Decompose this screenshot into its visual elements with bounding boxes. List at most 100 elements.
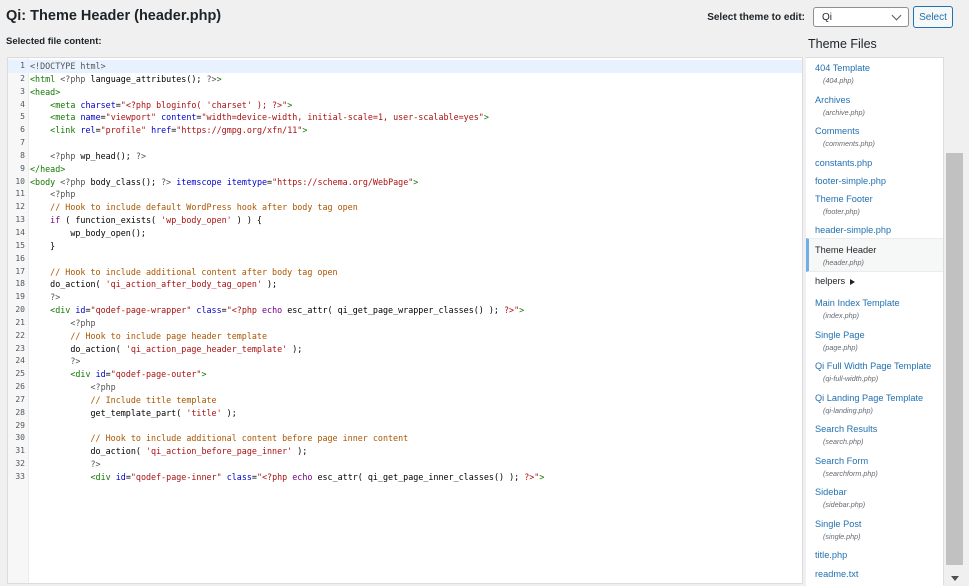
code-line-text: <?php [30,317,96,330]
code-token: do_action( [30,343,126,354]
code-line-text: ?> [30,291,60,304]
code-line[interactable]: 11 <?php [8,188,802,201]
file-list-item[interactable]: Qi Full Width Page Template (qi-full-widt… [806,361,943,383]
code-line[interactable]: 25 <div id="qodef-page-outer"> [8,368,802,381]
code-line-text: <meta name="viewport" content="width=dev… [30,111,489,124]
code-token: id [75,305,86,316]
code-line[interactable]: 13 if ( function_exists( 'wp_body_open' … [8,214,802,227]
file-path: (qi-landing.php) [823,406,873,415]
code-line[interactable]: 15 } [8,240,802,253]
code-token: > [216,73,222,84]
code-token: // Hook to include default WordPress hoo… [50,202,358,213]
code-line[interactable]: 6 <link rel="profile" href="https://gmpg… [8,124,802,137]
code-content[interactable]: 1 <!DOCTYPE html> 2 <html <?php language_at… [8,60,802,484]
code-token: do_action( [30,279,106,290]
code-token: "<?php [226,305,262,316]
code-line[interactable]: 33 <div id="qodef-page-inner" class="<?p… [8,471,802,484]
code-token: <?php [60,73,86,84]
code-line[interactable]: 21 <?php [8,317,802,330]
file-list-scrollbar[interactable] [943,57,965,585]
code-line[interactable]: 23 do_action( 'qi_action_page_header_tem… [8,343,802,356]
code-line[interactable]: 24 ?> [8,355,802,368]
code-line[interactable]: 16 [8,253,802,266]
code-token: > [483,112,489,123]
file-name: helpers [815,276,943,286]
code-line[interactable]: 3 <head> [8,86,802,99]
code-token: <meta [50,112,76,123]
code-token: "<?php bloginfo( 'charset' ); ?>" [120,99,288,110]
code-line[interactable]: 22 // Hook to include page header templa… [8,330,802,343]
code-line-text: <?php wp_head(); ?> [30,150,146,163]
file-name: footer-simple.php [815,176,886,186]
code-token: > [201,369,207,380]
file-list-item[interactable]: Theme Footer (footer.php) [806,194,943,216]
code-token: charset [80,99,116,110]
scroll-down-arrow-icon[interactable] [951,576,959,581]
file-list-item[interactable]: Search Results (search.php) [806,424,943,446]
code-token: <?php [70,317,96,328]
code-line[interactable]: 1 <!DOCTYPE html> [8,60,802,73]
code-line-text: <div id="qodef-page-inner" class="<?php … [30,471,545,484]
file-list-item[interactable]: Single Page (page.php) [806,330,943,352]
code-line[interactable]: 7 [8,137,802,150]
code-line[interactable]: 2 <html <?php language_attributes(); ?>> [8,73,802,86]
line-number: 19 [15,292,25,302]
code-line[interactable]: 18 do_action( 'qi_action_after_body_tag_… [8,278,802,291]
line-number: 2 [20,73,25,83]
code-token: ?> [135,150,146,161]
code-line[interactable]: 32 ?> [8,458,802,471]
file-list-item[interactable]: Single Post (single.php) [806,519,943,541]
code-token: class [196,305,222,316]
file-list-item[interactable]: Theme Header (header.php) [806,238,943,272]
file-list-item[interactable]: Qi Landing Page Template (qi-landing.php) [806,393,943,415]
select-theme-button[interactable]: Select [913,6,953,28]
line-number: 25 [15,369,25,379]
code-line[interactable]: 20 <div id="qodef-page-wrapper" class="<… [8,304,802,317]
file-folder-item[interactable]: helpers [806,276,943,286]
code-line[interactable]: 17 // Hook to include additional content… [8,266,802,279]
code-line[interactable]: 8 <?php wp_head(); ?> [8,150,802,163]
code-line[interactable]: 5 <meta name="viewport" content="width=d… [8,111,802,124]
code-line[interactable]: 19 ?> [8,291,802,304]
code-line[interactable]: 28 get_template_part( 'title' ); [8,407,802,420]
file-list-item[interactable]: 404 Template (404.php) [806,63,943,85]
caret-right-icon [850,278,856,285]
file-list-item[interactable]: Search Form (searchform.php) [806,456,943,478]
code-token: esc_attr( qi_get_page_inner_classes() ); [312,472,525,482]
code-line[interactable]: 26 <?php [8,381,802,394]
file-list-item[interactable]: readme.txt [806,569,943,579]
file-list-item[interactable]: Sidebar (sidebar.php) [806,487,943,509]
code-line[interactable]: 4 <meta charset="<?php bloginfo( 'charse… [8,99,802,112]
code-line[interactable]: 29 [8,420,802,433]
file-list-item[interactable]: Comments (comments.php) [806,126,943,148]
file-name: Search Results [815,424,878,434]
code-line[interactable]: 12 // Hook to include default WordPress … [8,201,802,214]
code-line[interactable]: 27 // Include title template [8,394,802,407]
file-list-item[interactable]: footer-simple.php [806,176,943,186]
file-list-item[interactable]: Archives (archive.php) [806,95,943,117]
code-line-text: do_action( 'qi_action_page_header_templa… [30,343,302,356]
code-line[interactable]: 10 <body <?php body_class(); ?> itemscope… [8,176,802,189]
code-line[interactable]: 14 wp_body_open(); [8,227,802,240]
scrollbar-thumb[interactable] [946,153,963,565]
theme-select-dropdown[interactable]: Qi [813,7,909,27]
line-number: 6 [20,125,25,135]
line-number: 17 [15,266,25,276]
file-list-item[interactable]: constants.php [806,158,943,168]
code-line[interactable]: 30 // Hook to include additional content… [8,432,802,445]
theme-file-list: 404 Template (404.php) Archives (archive.ph… [806,57,943,586]
code-editor[interactable]: 1 <!DOCTYPE html> 2 <html <?php language_at… [7,57,803,584]
code-token: <div [90,472,111,482]
file-list-item[interactable]: Main Index Template (index.php) [806,298,943,320]
code-token: ); [261,279,278,290]
code-line-text: <head> [30,86,60,99]
file-list-item[interactable]: title.php [806,550,943,560]
line-number: 14 [15,227,25,237]
line-number: 9 [20,163,25,173]
code-line[interactable]: 9 </head> [8,163,802,176]
file-list-item[interactable]: header-simple.php [806,225,943,235]
line-number: 33 [15,472,25,481]
code-line[interactable]: 31 do_action( 'qi_action_before_page_inn… [8,445,802,458]
line-number: 7 [20,138,25,148]
